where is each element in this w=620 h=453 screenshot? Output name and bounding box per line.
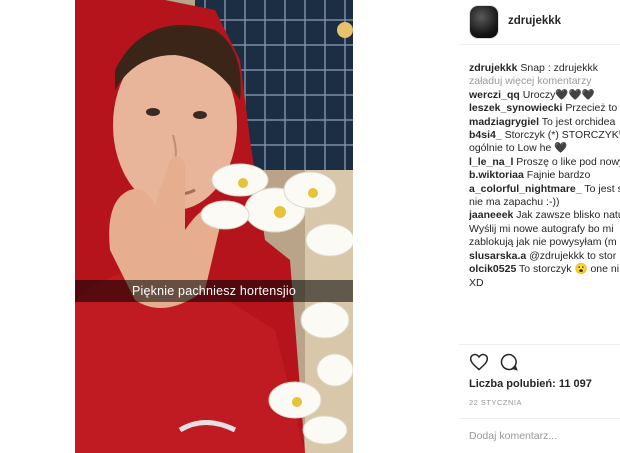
- comment-username[interactable]: werczi_qq: [469, 89, 520, 101]
- post-date: 22 STYCZNIA: [469, 398, 523, 407]
- comment-text: Snap : zdrujekkk: [520, 62, 598, 74]
- comment-row: madziagrygiel To jest orchidea: [469, 116, 620, 129]
- comment-username[interactable]: madziagrygiel: [469, 116, 539, 128]
- comment-row: ogólnie to Low he 🖤: [469, 142, 620, 155]
- action-bar: [469, 352, 619, 374]
- post-image[interactable]: Pięknie pachniesz hortensjio: [75, 0, 353, 453]
- comment-input-divider: [459, 418, 620, 419]
- comment-row: slusarska.a @zdrujekkk to stor: [469, 250, 620, 263]
- comment-text: Proszę o like pod nowy: [516, 155, 620, 168]
- comment-text: @zdrujekkk to stor: [529, 249, 617, 262]
- comment-row: werczi_qq Uroczy🖤🖤🖤: [469, 89, 620, 102]
- comment-icon[interactable]: [499, 352, 519, 372]
- comment-text: zablokują jak nie powysyłam (m: [469, 236, 617, 249]
- comment-username[interactable]: l_le_na_l: [469, 156, 513, 168]
- comment-row: b4si4_ Storczyk (*) STORCZYK🖤: [469, 129, 620, 142]
- heart-icon[interactable]: [469, 352, 489, 372]
- comment-username[interactable]: olcik0525: [469, 263, 516, 275]
- comment-username[interactable]: jaaneeek: [469, 209, 513, 221]
- header-divider: [459, 44, 620, 45]
- comment-text: ogólnie to Low he 🖤: [469, 142, 568, 155]
- comment-text: To storczyk 😮 one ni: [519, 263, 620, 276]
- comment-text: Przecież to s: [565, 102, 620, 115]
- comments-list: zdrujekkk Snap : zdrujekkk załaduj więce…: [469, 62, 620, 290]
- comment-text: To jest orchidea: [541, 115, 616, 128]
- comment-items: werczi_qq Uroczy🖤🖤🖤 leszek_synowiecki Prz…: [469, 89, 620, 290]
- comment-row: Wyślij mi nowe autografy bo mi: [469, 223, 620, 236]
- comment-text: To jest s: [584, 182, 620, 195]
- actions-divider: [459, 344, 620, 345]
- comment-username[interactable]: zdrujekkk: [469, 62, 517, 74]
- comment-row: jaaneeek Jak zawsze blisko natu: [469, 209, 620, 222]
- post-header: zdrujekkk: [358, 0, 620, 44]
- comment-row: olcik0525 To storczyk 😮 one ni: [469, 263, 620, 276]
- comment-text: nie ma zapachu :-)): [469, 196, 560, 209]
- comment-row: leszek_synowiecki Przecież to s: [469, 102, 620, 115]
- comment-text: Wyślij mi nowe autografy bo mi: [469, 222, 614, 235]
- caption-row: zdrujekkk Snap : zdrujekkk: [469, 62, 620, 75]
- comment-row: l_le_na_l Proszę o like pod nowy: [469, 156, 620, 169]
- comment-row: zablokują jak nie powysyłam (m: [469, 236, 620, 249]
- load-more-comments-link[interactable]: załaduj więcej komentarzy: [469, 75, 620, 88]
- comment-username[interactable]: slusarska.a: [469, 250, 526, 262]
- comment-row: a_colorful_nightmare_ To jest s: [469, 183, 620, 196]
- comment-text: XD: [469, 276, 484, 289]
- post-photo: [75, 0, 353, 453]
- comment-username[interactable]: leszek_synowiecki: [469, 102, 562, 114]
- likes-count[interactable]: Liczba polubień: 11 097: [469, 378, 592, 390]
- comment-username[interactable]: b4si4_: [469, 129, 502, 141]
- comment-username[interactable]: a_colorful_nightmare_: [469, 183, 582, 195]
- avatar[interactable]: [470, 6, 498, 38]
- comment-text: Storczyk (*) STORCZYK🖤: [504, 129, 620, 142]
- comment-row: nie ma zapachu :-)): [469, 196, 620, 209]
- header-username[interactable]: zdrujekkk: [508, 15, 561, 27]
- post-side-panel: zdrujekkk zdrujekkk Snap : zdrujekkk zał…: [358, 0, 620, 453]
- comment-row: b.wiktoriaa Fajnie bardzo: [469, 169, 620, 182]
- comment-username[interactable]: b.wiktoriaa: [469, 169, 524, 181]
- add-comment-input[interactable]: Dodaj komentarz...: [469, 430, 557, 442]
- snap-caption: Pięknie pachniesz hortensjio: [75, 280, 353, 302]
- comment-row: XD: [469, 277, 620, 290]
- comment-text: Uroczy🖤🖤🖤: [522, 88, 595, 101]
- comment-text: Fajnie bardzo: [526, 169, 591, 182]
- comment-text: Jak zawsze blisko natu: [516, 209, 620, 222]
